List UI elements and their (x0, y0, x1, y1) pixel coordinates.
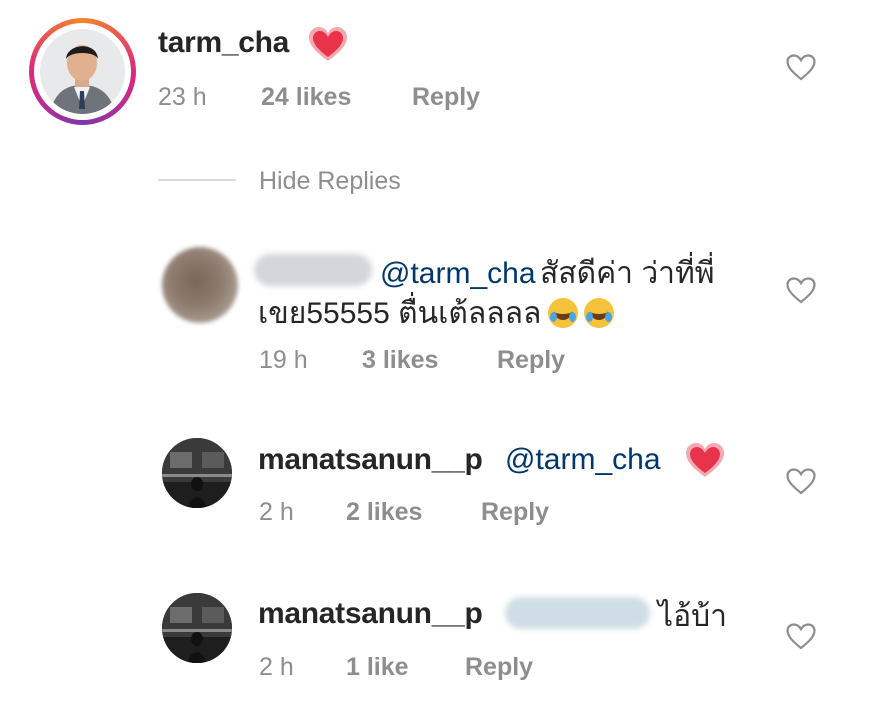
like-heart-icon[interactable] (786, 54, 816, 81)
heart-emoji-icon (685, 443, 725, 484)
comment-likes[interactable]: 24 likes (261, 83, 351, 112)
comment-main: tarm_cha 23 h 24 likes Reply (0, 0, 869, 140)
avatar-story-ring[interactable] (29, 18, 136, 125)
reply-time: 19 h (259, 346, 308, 374)
replies-divider-line (158, 179, 236, 181)
avatar (40, 29, 125, 114)
reply-3: manatsanun__p ไอ้บ้า 2 h 1 like Reply (0, 585, 869, 695)
reply-text-line1: สัสดีค่า ว่าที่พี่ (539, 257, 715, 290)
reply-time: 2 h (259, 653, 294, 681)
rolling-laughing-emoji-icon (584, 298, 615, 328)
like-heart-icon[interactable] (786, 468, 816, 495)
reply-likes[interactable]: 1 like (346, 653, 409, 682)
reply-text-line2: เขย55555 ตื่นเต้ลลลล (258, 297, 542, 330)
mention-link[interactable]: @tarm_cha (505, 443, 661, 477)
comment-reply-button[interactable]: Reply (412, 83, 480, 112)
reply-2: manatsanun__p @tarm_cha 2 h 2 likes Repl… (0, 430, 869, 540)
reply-username[interactable]: manatsanun__p (258, 597, 483, 631)
reply-reply-button[interactable]: Reply (465, 653, 533, 682)
heart-emoji-icon (308, 27, 348, 68)
comment-time: 23 h (158, 83, 207, 111)
mention-link[interactable]: @tarm_cha (380, 257, 536, 290)
reply-likes[interactable]: 3 likes (362, 346, 438, 375)
reply-username[interactable]: manatsanun__p (258, 443, 483, 477)
reply-time: 2 h (259, 498, 294, 526)
like-heart-icon[interactable] (786, 623, 816, 650)
reply-reply-button[interactable]: Reply (497, 346, 565, 375)
like-heart-icon[interactable] (786, 277, 816, 304)
avatar[interactable] (162, 438, 232, 508)
blurred-username[interactable] (254, 254, 372, 286)
avatar-blurred[interactable] (162, 247, 238, 323)
reply-1: @tarm_cha สัสดีค่า ว่าที่พี่ เขย55555 ตื… (0, 230, 869, 380)
reply-reply-button[interactable]: Reply (481, 498, 549, 527)
reply-likes[interactable]: 2 likes (346, 498, 422, 527)
rolling-laughing-emoji-icon (547, 298, 578, 328)
comment-username[interactable]: tarm_cha (158, 26, 289, 60)
blurred-mention[interactable] (505, 597, 650, 629)
reply-text: ไอ้บ้า (658, 600, 727, 633)
avatar[interactable] (162, 593, 232, 663)
hide-replies-button[interactable]: Hide Replies (259, 167, 401, 196)
